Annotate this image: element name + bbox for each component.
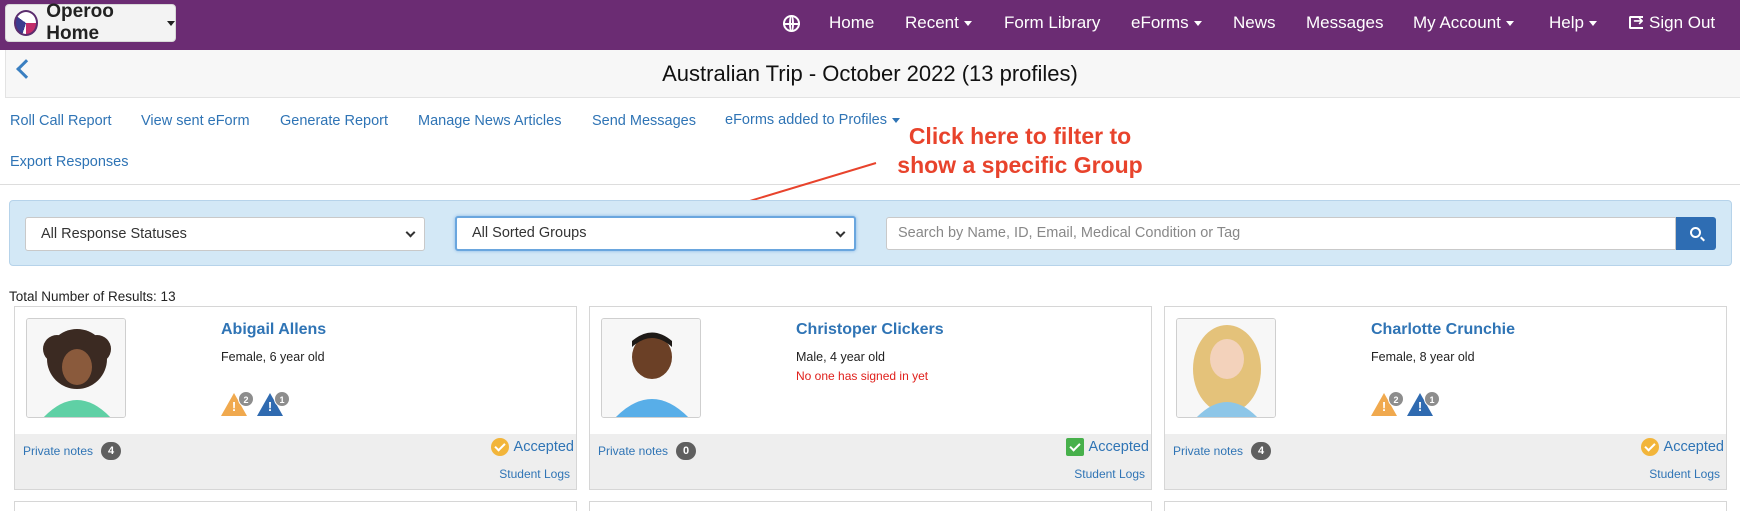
alert-count-badge: 1 (1424, 391, 1440, 407)
profile-card-partial (589, 501, 1152, 511)
private-notes-link[interactable]: Private notes (1173, 444, 1243, 458)
search-input[interactable]: Search by Name, ID, Email, Medical Condi… (886, 217, 1676, 250)
profile-info: Male, 4 year old (796, 350, 885, 364)
profile-card[interactable]: Charlotte Crunchie Female, 8 year old ! … (1164, 306, 1727, 490)
child-avatar-icon (1177, 319, 1275, 417)
alert-icons[interactable]: ! 2 ! 1 (1371, 389, 1451, 417)
status-badge[interactable]: Accepted (490, 438, 574, 456)
private-notes-link[interactable]: Private notes (598, 444, 668, 458)
student-logs-link[interactable]: Student Logs (499, 467, 570, 481)
student-logs-link[interactable]: Student Logs (1074, 467, 1145, 481)
status-label: Accepted (1663, 439, 1724, 455)
child-avatar-icon (27, 319, 125, 417)
notes-count-badge: 0 (676, 442, 696, 460)
check-circle-icon (1640, 438, 1659, 456)
profile-info: Female, 8 year old (1371, 350, 1475, 364)
profile-photo[interactable] (601, 318, 701, 418)
notes-count-badge: 4 (1251, 442, 1271, 460)
check-circle-icon (490, 438, 509, 456)
alert-count-badge: 1 (274, 391, 290, 407)
profile-photo[interactable] (26, 318, 126, 418)
child-avatar-icon (602, 319, 700, 417)
check-square-icon (1065, 438, 1084, 456)
status-label: Accepted (513, 439, 574, 455)
student-logs-link[interactable]: Student Logs (1649, 467, 1720, 481)
response-status-value: All Response Statuses (41, 226, 187, 242)
chevron-down-icon (405, 227, 416, 238)
profile-card-partial (1164, 501, 1727, 511)
profile-photo[interactable] (1176, 318, 1276, 418)
profile-info: Female, 6 year old (221, 350, 325, 364)
search-button[interactable] (1676, 217, 1716, 250)
profile-card-partial (14, 501, 577, 511)
group-select[interactable]: All Sorted Groups (455, 216, 856, 251)
alert-count-badge: 2 (1388, 391, 1404, 407)
profile-card[interactable]: Abigail Allens Female, 6 year old ! 2 ! … (14, 306, 577, 490)
profile-name[interactable]: Abigail Allens (221, 321, 326, 339)
sign-in-warning: No one has signed in yet (796, 369, 929, 383)
status-badge[interactable]: Accepted (1065, 438, 1149, 456)
notes-count-badge: 4 (101, 442, 121, 460)
results-count: Total Number of Results: 13 (9, 289, 176, 304)
profile-card[interactable]: Christoper Clickers Male, 4 year old No … (589, 306, 1152, 490)
response-status-select[interactable]: All Response Statuses (25, 217, 425, 251)
alert-count-badge: 2 (238, 391, 254, 407)
profile-name[interactable]: Charlotte Crunchie (1371, 321, 1515, 339)
private-notes-link[interactable]: Private notes (23, 444, 93, 458)
status-badge[interactable]: Accepted (1640, 438, 1724, 456)
search-icon (1690, 227, 1701, 238)
chevron-down-icon (835, 227, 846, 238)
group-select-value: All Sorted Groups (472, 225, 587, 241)
profile-name[interactable]: Christoper Clickers (796, 321, 944, 339)
status-label: Accepted (1088, 439, 1149, 455)
alert-icons[interactable]: ! 2 ! 1 (221, 389, 301, 417)
